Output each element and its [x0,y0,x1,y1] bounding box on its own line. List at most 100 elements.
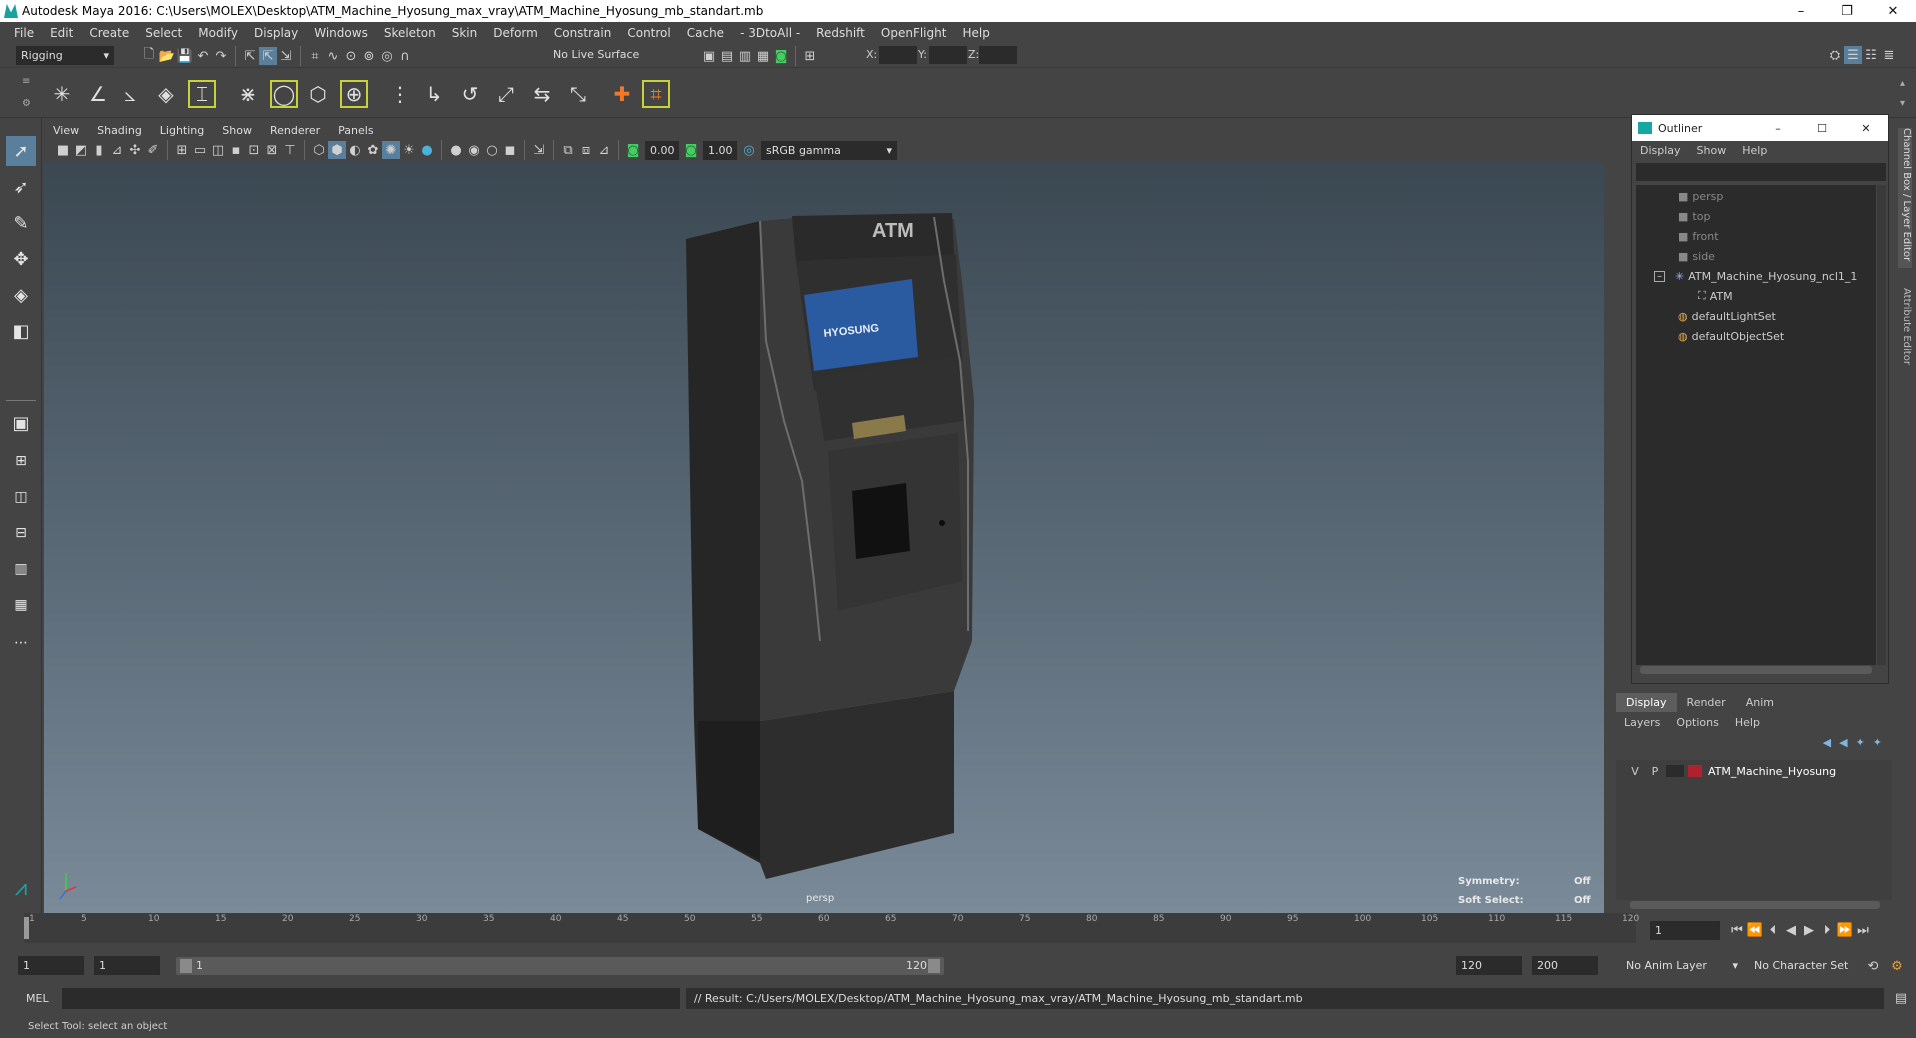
textured-icon[interactable]: ✿ [364,141,382,159]
y-field[interactable] [929,46,967,64]
script-language-toggle[interactable]: MEL [26,992,49,1005]
motion-blur-icon[interactable]: ● [447,141,465,159]
menu-skeleton[interactable]: Skeleton [376,26,444,40]
smooth-shade-icon[interactable]: ⬢ [328,141,346,159]
layer-color-swatch[interactable] [1688,765,1702,777]
restore-button[interactable]: ❐ [1824,0,1870,22]
outliner-menu-show[interactable]: Show [1697,144,1727,157]
perspective-viewport[interactable]: ATM HYOSUNG persp Symmetry: Off Soft Sel… [44,161,1604,913]
atm-model[interactable]: ATM HYOSUNG [44,161,1604,913]
panel-menu-panels[interactable]: Panels [329,124,382,137]
outliner-title-bar[interactable]: Outliner – ☐ ✕ [1632,115,1888,141]
bind-skin-icon[interactable]: ⌶ [188,80,216,108]
move-layer-down-icon[interactable]: ◀ [1839,736,1847,749]
color-management-icon[interactable]: ◎ [740,141,758,159]
render-frame-icon[interactable]: ▣ [700,47,718,65]
menu-3dtoall[interactable]: - 3DtoAll - [732,26,808,40]
wireframe-on-shaded-icon[interactable]: ◐ [346,141,364,159]
menu-create[interactable]: Create [81,26,137,40]
step-back-frame-icon[interactable]: ⏪ [1746,921,1764,939]
tab-display[interactable]: Display [1616,693,1677,712]
new-empty-layer-icon[interactable]: ✦ [1856,736,1865,749]
outliner-item-front[interactable]: ■ front [1678,227,1719,245]
outliner-item-persp[interactable]: ■ persp [1678,187,1723,205]
render-view-icon[interactable]: ◙ [772,47,790,65]
lasso-tool-icon[interactable]: ➶ [6,172,36,202]
animation-end-field[interactable]: 200 [1532,956,1598,975]
camera-attributes-icon[interactable]: ◩ [72,141,90,159]
layer-row[interactable]: V P ATM_Machine_Hyosung [1626,762,1886,780]
step-forward-frame-icon[interactable]: ⏩ [1836,921,1854,939]
outliner-item-side[interactable]: ■ side [1678,247,1715,265]
layer-type-toggle[interactable] [1666,765,1684,777]
new-scene-icon[interactable]: 🗋 [140,47,158,65]
blend-shape-icon[interactable]: ⊕ [340,80,368,108]
rotate-tool-icon[interactable]: ◈ [6,280,36,310]
grid-toggle-icon[interactable]: ⊞ [173,141,191,159]
xray-joints-icon[interactable]: ⧉ [559,141,577,159]
ik-handle-icon[interactable]: ∠ [84,80,112,108]
outliner-vertical-scrollbar[interactable] [1877,185,1886,665]
x-field[interactable] [879,46,917,64]
outliner-item-default-object-set[interactable]: ◍ defaultObjectSet [1678,327,1784,345]
outliner-item-atm-group[interactable]: – ✳ ATM_Machine_Hyosung_ncl1_1 [1654,267,1857,285]
render-settings-icon[interactable]: ▥ [736,47,754,65]
depth-of-field-icon[interactable]: ○ [483,141,501,159]
menu-file[interactable]: File [6,26,42,40]
isolate-select-icon[interactable]: ⇲ [530,141,548,159]
range-end-handle[interactable] [928,959,940,973]
locator-icon[interactable]: ✚ [608,80,636,108]
transform-input-icon[interactable]: ⊞ [801,47,819,65]
create-control-icon[interactable]: ⌗ [642,80,670,108]
step-back-key-icon[interactable]: ⏴ [1764,921,1782,939]
maximize-button[interactable]: ☐ [1800,122,1844,135]
play-forwards-icon[interactable]: ▶ [1800,921,1818,939]
time-slider-track[interactable]: 1 5 10 15 20 25 30 35 40 45 50 55 60 65 … [24,913,1639,943]
panel-menu-lighting[interactable]: Lighting [151,124,213,137]
go-to-start-icon[interactable]: ⏮ [1728,921,1746,939]
channel-box-icon[interactable]: ≣ [1880,46,1898,64]
close-button[interactable]: ✕ [1844,122,1888,135]
layer-visibility-toggle[interactable]: V [1626,765,1644,778]
playback-start-field[interactable]: 1 [94,956,160,975]
aim-constraint-icon[interactable]: ↳ [420,80,448,108]
menu-modify[interactable]: Modify [190,26,246,40]
channel-box-tab[interactable]: Channel Box / Layer Editor [1898,128,1912,268]
gamma-field[interactable]: 1.00 [703,140,737,160]
xray-icon[interactable]: ◼ [501,141,519,159]
menu-control[interactable]: Control [619,26,678,40]
camera-select-icon[interactable]: ■ [54,141,72,159]
xray-active-icon[interactable]: ⧈ [577,141,595,159]
script-editor-icon[interactable]: ▤ [1892,989,1910,1007]
layer-horizontal-scrollbar[interactable] [1630,901,1880,909]
tab-anim[interactable]: Anim [1736,693,1784,712]
playback-end-field[interactable]: 120 [1456,956,1522,975]
ipr-render-icon[interactable]: ▤ [718,47,736,65]
four-pane-layout-icon[interactable]: ⊞ [6,446,36,476]
layer-menu-layers[interactable]: Layers [1624,716,1660,729]
field-chart-icon[interactable]: ⊡ [245,141,263,159]
menu-constrain[interactable]: Constrain [546,26,620,40]
menu-windows[interactable]: Windows [306,26,376,40]
safe-title-icon[interactable]: ⊤ [281,141,299,159]
move-layer-up-icon[interactable]: ◀ [1823,736,1831,749]
tool-settings-icon[interactable]: ☷ [1862,46,1880,64]
joint-tool-icon[interactable]: ✳ [48,80,76,108]
snap-surface-icon[interactable]: ◎ [378,47,396,65]
command-input[interactable] [62,988,680,1009]
single-pane-layout-icon[interactable]: ▣ [6,408,36,438]
menu-edit[interactable]: Edit [42,26,81,40]
layer-menu-options[interactable]: Options [1676,716,1718,729]
snap-grid-icon[interactable]: ⌗ [306,47,324,65]
ik-spline-icon[interactable]: ⦣ [116,80,144,108]
minimize-button[interactable]: – [1778,0,1824,22]
current-frame-field[interactable]: 1 [1650,921,1720,940]
save-scene-icon[interactable]: 💾 [176,47,194,65]
step-forward-key-icon[interactable]: ⏵ [1818,921,1836,939]
two-d-pan-icon[interactable]: ✣ [126,141,144,159]
z-field[interactable] [979,46,1017,64]
wireframe-icon[interactable]: ⬡ [310,141,328,159]
outliner-item-default-light-set[interactable]: ◍ defaultLightSet [1678,307,1776,325]
select-object-icon[interactable]: ⇱ [259,47,277,65]
gate-mask-icon[interactable]: ▪ [227,141,245,159]
